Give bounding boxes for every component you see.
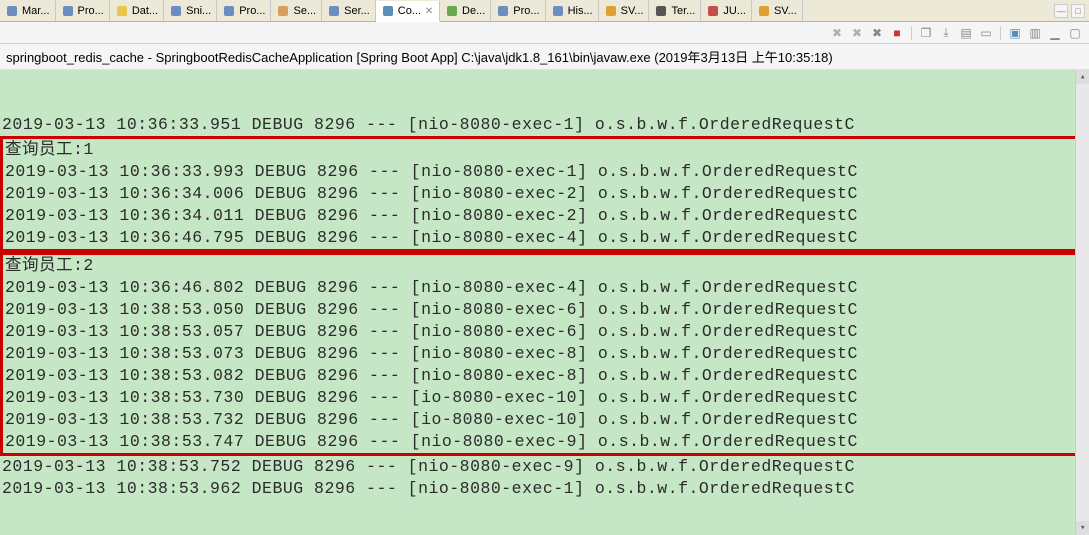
- maximize-view-icon[interactable]: □: [1071, 4, 1085, 18]
- tab-label: Pro...: [78, 5, 104, 17]
- tab-label: Ser...: [344, 5, 370, 17]
- minimize-icon[interactable]: ▁: [1047, 25, 1063, 41]
- view-tab-2[interactable]: Dat...: [110, 0, 164, 21]
- show-console-icon[interactable]: ▤: [958, 25, 974, 41]
- properties-icon: [61, 4, 75, 18]
- toolbar-separator: [911, 26, 912, 40]
- tabbar-controls: — □: [1054, 0, 1089, 21]
- tab-label: Mar...: [22, 5, 50, 17]
- console-line: 2019-03-13 10:36:33.993 DEBUG 8296 --- […: [3, 161, 1086, 183]
- snippets-icon: [169, 4, 183, 18]
- terminal-icon: [654, 4, 668, 18]
- tab-label: De...: [462, 5, 485, 17]
- console-line: 2019-03-13 10:38:53.073 DEBUG 8296 --- […: [3, 343, 1086, 365]
- view-tab-8[interactable]: De...: [440, 0, 491, 21]
- console-line: 2019-03-13 10:38:53.050 DEBUG 8296 --- […: [3, 299, 1086, 321]
- scroll-up-icon[interactable]: ▴: [1076, 70, 1089, 84]
- tab-label: Se...: [293, 5, 316, 17]
- console-line: 2019-03-13 10:38:53.962 DEBUG 8296 --- […: [0, 478, 1089, 500]
- remove-all-icon[interactable]: ✖: [849, 25, 865, 41]
- markers-icon: [5, 4, 19, 18]
- view-tab-4[interactable]: Pro...: [217, 0, 271, 21]
- tab-label: Pro...: [513, 5, 539, 17]
- view-tab-6[interactable]: Ser...: [322, 0, 376, 21]
- pin-icon[interactable]: ❐: [918, 25, 934, 41]
- terminate-icon[interactable]: ■: [889, 25, 905, 41]
- minimize-view-icon[interactable]: —: [1054, 4, 1068, 18]
- console-line: 2019-03-13 10:38:53.752 DEBUG 8296 --- […: [0, 456, 1089, 478]
- console-line: 2019-03-13 10:38:53.730 DEBUG 8296 --- […: [3, 387, 1086, 409]
- console-output[interactable]: 2019-03-13 10:36:33.951 DEBUG 8296 --- […: [0, 70, 1089, 535]
- highlight-box-2: 查询员工:22019-03-13 10:36:46.802 DEBUG 8296…: [0, 252, 1089, 456]
- highlight-header: 查询员工:2: [3, 255, 1086, 277]
- view-tab-10[interactable]: His...: [546, 0, 599, 21]
- view-tab-3[interactable]: Sni...: [164, 0, 217, 21]
- vertical-scrollbar[interactable]: ▴ ▾: [1075, 70, 1089, 535]
- tab-label: Ter...: [671, 5, 695, 17]
- maximize-icon[interactable]: ▢: [1067, 25, 1083, 41]
- tab-label: SV...: [621, 5, 644, 17]
- history-icon: [551, 4, 565, 18]
- remove-launch-icon[interactable]: ✖: [829, 25, 845, 41]
- search-icon: [276, 4, 290, 18]
- view-tab-14[interactable]: SV...: [752, 0, 803, 21]
- console-line: 2019-03-13 10:36:34.006 DEBUG 8296 --- […: [3, 183, 1086, 205]
- servers-icon: [327, 4, 341, 18]
- highlight-box-1: 查询员工:12019-03-13 10:36:33.993 DEBUG 8296…: [0, 136, 1089, 252]
- console-line: 2019-03-13 10:36:34.011 DEBUG 8296 --- […: [3, 205, 1086, 227]
- view-tab-0[interactable]: Mar...: [0, 0, 56, 21]
- console-launch-description: springboot_redis_cache - SpringbootRedis…: [0, 44, 1089, 70]
- tab-label: Sni...: [186, 5, 211, 17]
- tab-label: Pro...: [239, 5, 265, 17]
- scroll-down-icon[interactable]: ▾: [1076, 521, 1089, 535]
- view-tab-bar: Mar... Pro... Dat... Sni... Pro... Se... Ser..…: [0, 0, 1089, 22]
- console-line: 2019-03-13 10:38:53.082 DEBUG 8296 --- […: [3, 365, 1086, 387]
- new-console-icon[interactable]: ▥: [1027, 25, 1043, 41]
- display-selected-icon[interactable]: ▭: [978, 25, 994, 41]
- console-icon: [381, 4, 395, 18]
- tab-label: His...: [568, 5, 593, 17]
- svn-icon: [604, 4, 618, 18]
- view-tab-1[interactable]: Pro...: [56, 0, 110, 21]
- open-console-icon[interactable]: ▣: [1007, 25, 1023, 41]
- view-tab-9[interactable]: Pro...: [491, 0, 545, 21]
- view-tab-13[interactable]: JU...: [701, 0, 752, 21]
- console-line: 2019-03-13 10:36:33.951 DEBUG 8296 --- […: [0, 114, 1089, 136]
- console-line: 2019-03-13 10:38:53.747 DEBUG 8296 --- […: [3, 431, 1086, 453]
- view-tab-12[interactable]: Ter...: [649, 0, 701, 21]
- scroll-lock-icon[interactable]: ⤓: [938, 25, 954, 41]
- console-toolbar: ✖✖✖■❐⤓▤▭▣▥▁▢: [0, 22, 1089, 44]
- view-tab-11[interactable]: SV...: [599, 0, 650, 21]
- highlight-header: 查询员工:1: [3, 139, 1086, 161]
- view-tab-5[interactable]: Se...: [271, 0, 322, 21]
- tab-label: Dat...: [132, 5, 158, 17]
- console-line: 2019-03-13 10:36:46.795 DEBUG 8296 --- […: [3, 227, 1086, 249]
- view-tab-7[interactable]: Co...✕: [376, 1, 440, 22]
- clear-console-icon[interactable]: ✖: [869, 25, 885, 41]
- junit-icon: [706, 4, 720, 18]
- problems-icon: [222, 4, 236, 18]
- debug-icon: [445, 4, 459, 18]
- console-line: 2019-03-13 10:38:53.732 DEBUG 8296 --- […: [3, 409, 1086, 431]
- tab-label: Co...: [398, 5, 421, 17]
- console-line: 2019-03-13 10:36:46.802 DEBUG 8296 --- […: [3, 277, 1086, 299]
- close-tab-icon[interactable]: ✕: [424, 6, 434, 16]
- datasource-icon: [115, 4, 129, 18]
- tab-label: SV...: [774, 5, 797, 17]
- svn-icon: [757, 4, 771, 18]
- tab-label: JU...: [723, 5, 746, 17]
- toolbar-separator: [1000, 26, 1001, 40]
- progress-icon: [496, 4, 510, 18]
- console-line: 2019-03-13 10:38:53.057 DEBUG 8296 --- […: [3, 321, 1086, 343]
